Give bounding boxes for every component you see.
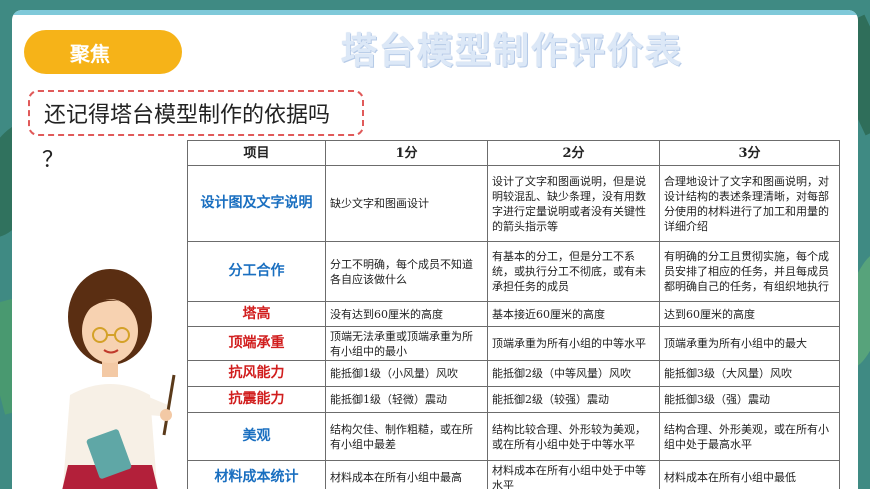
score-1-cell: 能抵御1级（轻微）震动 <box>325 386 488 413</box>
top-accent-line <box>12 10 858 15</box>
table-row: 分工合作 分工不明确，每个成员不知道各自应该做什么 有基本的分工，但是分工不系统… <box>187 241 840 302</box>
score-1-cell: 能抵御1级（小风量）风吹 <box>325 360 488 387</box>
item-name: 设计图及文字说明 <box>187 165 326 242</box>
table-row: 抗风能力 能抵御1级（小风量）风吹 能抵御2级（中等风量）风吹 能抵御3级（大风… <box>187 360 840 387</box>
question-text: 还记得塔台模型制作的依据吗 <box>44 103 331 128</box>
score-1-cell: 顶端无法承重或顶端承重为所有小组中的最小 <box>325 326 488 361</box>
score-2-cell: 材料成本在所有小组中处于中等水平 <box>487 460 660 489</box>
score-2-cell: 基本接近60厘米的高度 <box>487 301 660 327</box>
score-2-cell: 能抵御2级（较强）震动 <box>487 386 660 413</box>
score-2-cell: 有基本的分工，但是分工不系统，或执行分工不彻底，或有未承担任务的成员 <box>487 241 660 302</box>
score-2-cell: 设计了文字和图画说明，但是说明较混乱、缺少条理，没有用数字进行定量说明或者没有关… <box>487 165 660 242</box>
score-3-cell: 合理地设计了文字和图画说明，对设计结构的表述条理清晰，对每部分使用的材料进行了加… <box>659 165 840 242</box>
header-item: 项目 <box>187 140 326 166</box>
item-name: 顶端承重 <box>187 326 326 361</box>
evaluation-table: 项目 1分 2分 3分 设计图及文字说明 缺少文字和图画设计 设计了文字和图画说… <box>187 140 840 489</box>
score-1-cell: 分工不明确，每个成员不知道各自应该做什么 <box>325 241 488 302</box>
score-3-cell: 顶端承重为所有小组中的最大 <box>659 326 840 361</box>
header-score-3: 3分 <box>659 140 840 166</box>
teacher-illustration <box>62 269 176 489</box>
item-name: 分工合作 <box>187 241 326 302</box>
table-row: 抗震能力 能抵御1级（轻微）震动 能抵御2级（较强）震动 能抵御3级（强）震动 <box>187 386 840 413</box>
score-3-cell: 达到60厘米的高度 <box>659 301 840 327</box>
item-name: 材料成本统计 <box>187 460 326 489</box>
table-row: 美观 结构欠佳、制作粗糙，或在所有小组中最差 结构比较合理、外形较为美观，或在所… <box>187 412 840 461</box>
table-row: 顶端承重 顶端无法承重或顶端承重为所有小组中的最小 顶端承重为所有小组的中等水平… <box>187 326 840 361</box>
page-title: 塔台模型制作评价表 <box>340 31 683 72</box>
score-3-cell: 能抵御3级（大风量）风吹 <box>659 360 840 387</box>
score-2-cell: 顶端承重为所有小组的中等水平 <box>487 326 660 361</box>
slide: 聚焦 塔台模型制作评价表 还记得塔台模型制作的依据吗 ？ 项目 1分 2分 3分… <box>12 10 858 489</box>
item-name: 抗震能力 <box>187 386 326 413</box>
score-3-cell: 结构合理、外形美观，或在所有小组中处于最高水平 <box>659 412 840 461</box>
header-score-2: 2分 <box>487 140 660 166</box>
score-2-cell: 能抵御2级（中等风量）风吹 <box>487 360 660 387</box>
question-box: 还记得塔台模型制作的依据吗 <box>28 90 364 136</box>
score-2-cell: 结构比较合理、外形较为美观，或在所有小组中处于中等水平 <box>487 412 660 461</box>
table-header-row: 项目 1分 2分 3分 <box>187 140 840 166</box>
header-score-1: 1分 <box>325 140 488 166</box>
item-name: 美观 <box>187 412 326 461</box>
focus-label: 聚焦 <box>70 41 110 66</box>
score-3-cell: 能抵御3级（强）震动 <box>659 386 840 413</box>
question-mark: ？ <box>42 148 65 173</box>
score-1-cell: 缺少文字和图画设计 <box>325 165 488 242</box>
focus-tag: 聚焦 <box>24 30 182 74</box>
score-1-cell: 材料成本在所有小组中最高 <box>325 460 488 489</box>
score-3-cell: 有明确的分工且贯彻实施，每个成员安排了相应的任务，并且每成员都明确自己的任务，有… <box>659 241 840 302</box>
table-row: 材料成本统计 材料成本在所有小组中最高 材料成本在所有小组中处于中等水平 材料成… <box>187 460 840 489</box>
table-row: 设计图及文字说明 缺少文字和图画设计 设计了文字和图画说明，但是说明较混乱、缺少… <box>187 165 840 242</box>
score-3-cell: 材料成本在所有小组中最低 <box>659 460 840 489</box>
item-name: 抗风能力 <box>187 360 326 387</box>
score-1-cell: 结构欠佳、制作粗糙，或在所有小组中最差 <box>325 412 488 461</box>
score-1-cell: 没有达到60厘米的高度 <box>325 301 488 327</box>
item-name: 塔高 <box>187 301 326 327</box>
table-row: 塔高 没有达到60厘米的高度 基本接近60厘米的高度 达到60厘米的高度 <box>187 301 840 327</box>
